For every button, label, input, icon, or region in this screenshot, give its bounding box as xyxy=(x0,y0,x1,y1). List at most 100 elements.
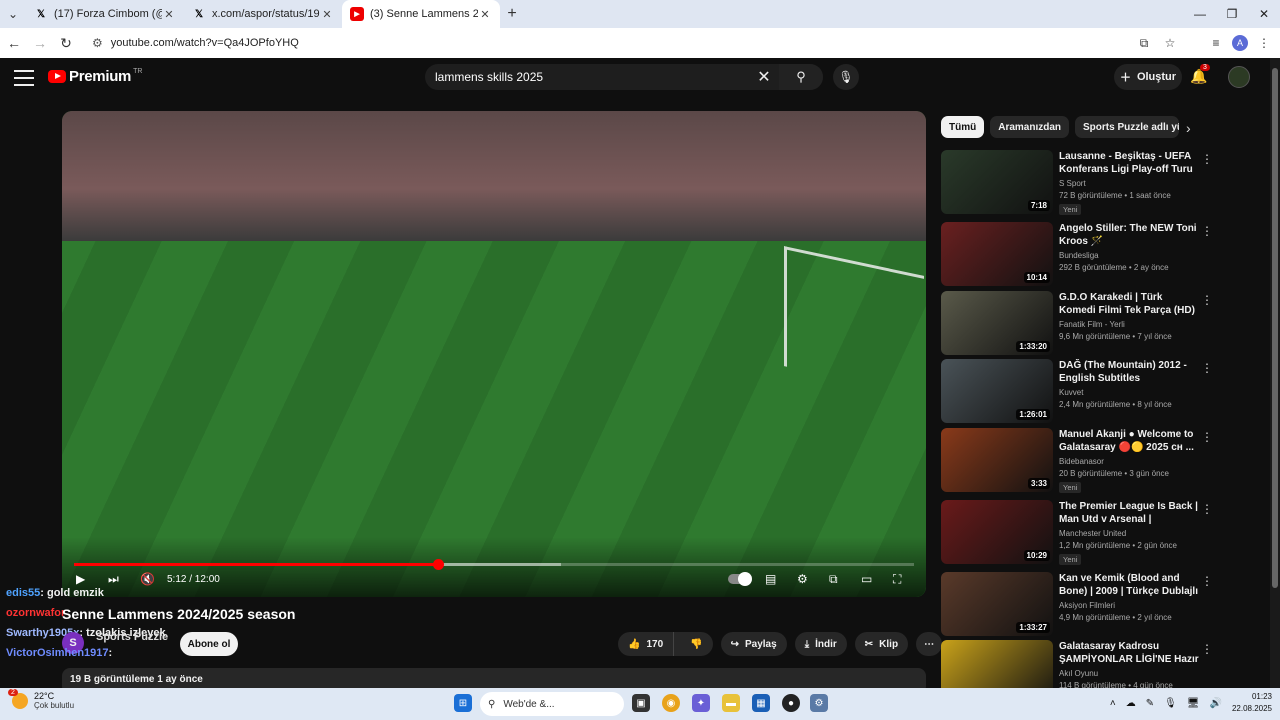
recommendation-channel[interactable]: Manchester United xyxy=(1059,529,1126,538)
theater-button[interactable]: ▭ xyxy=(861,569,872,589)
video-thumbnail[interactable]: 10:29 xyxy=(941,500,1053,564)
chip-all[interactable]: Tümü xyxy=(941,116,985,138)
share-button[interactable]: ↪ Paylaş xyxy=(720,632,787,656)
network-icon[interactable]: 🖥 xyxy=(1187,698,1200,709)
bookmark-star-icon[interactable]: ☆ xyxy=(1160,33,1180,53)
tab-search-icon[interactable]: ⌄ xyxy=(0,0,26,28)
more-vert-icon[interactable]: ⋮ xyxy=(1201,361,1213,375)
recommendation-title[interactable]: Galatasaray Kadrosu ŞAMPİYONLAR LİGİ'NE … xyxy=(1059,640,1199,666)
video-thumbnail[interactable]: 1:33:20 xyxy=(941,291,1053,355)
recommendation-item[interactable]: 7:18 Lausanne - Beşiktaş - UEFA Konferans… xyxy=(941,150,1266,216)
copilot-icon[interactable]: ✦ xyxy=(692,694,710,712)
chrome-icon[interactable]: ◉ xyxy=(662,694,680,712)
play-button[interactable]: ▶ xyxy=(76,569,85,589)
restore-icon[interactable]: ❐ xyxy=(1216,0,1248,28)
browser-tab-2[interactable]: 𝕏 x.com/aspor/status/195737269 ✕ xyxy=(184,0,342,28)
recommendation-item[interactable]: 1:33:27 Kan ve Kemik (Blood and Bone) | 2… xyxy=(941,572,1266,638)
recommendation-item[interactable]: 10:14 Angelo Stiller: The NEW Toni Kroos … xyxy=(941,222,1266,288)
recommendation-channel[interactable]: Bidebanasor xyxy=(1059,457,1104,466)
browser-menu-icon[interactable]: ⋮ xyxy=(1254,33,1274,53)
volume-icon[interactable]: 🔊 xyxy=(1210,698,1222,709)
recommendation-channel[interactable]: Kuvvet xyxy=(1059,388,1083,397)
recommendation-channel[interactable]: Fanatik Film - Yerli xyxy=(1059,320,1125,329)
subtitles-button[interactable]: ▤ xyxy=(765,569,776,589)
chevron-up-icon[interactable]: ˄ xyxy=(1110,698,1116,709)
recommendation-item[interactable]: 1:26:01 DAĞ (The Mountain) 2012 - English… xyxy=(941,359,1266,425)
url-field[interactable]: ⚙ youtube.com/watch?v=Qa4JOPfoYHQ xyxy=(86,31,1126,55)
site-info-icon[interactable]: ⚙ xyxy=(92,36,103,50)
weather-widget[interactable]: 2 22°C Çok bulutlu xyxy=(8,688,74,710)
notifications-button[interactable]: 🔔 3 xyxy=(1190,64,1210,85)
close-tab-icon[interactable]: ✕ xyxy=(162,8,176,21)
youtube-premium-logo[interactable]: Premium TR xyxy=(48,68,142,85)
search-input[interactable]: lammens skills 2025 xyxy=(425,70,749,84)
recommendation-channel[interactable]: Bundesliga xyxy=(1059,251,1099,260)
video-thumbnail[interactable]: 10:14 xyxy=(941,222,1053,286)
autoplay-toggle[interactable] xyxy=(728,569,752,589)
video-thumbnail[interactable]: 3:33 xyxy=(941,428,1053,492)
more-vert-icon[interactable]: ⋮ xyxy=(1201,152,1213,166)
channel-name[interactable]: Sports Puzzle xyxy=(96,631,168,643)
more-vert-icon[interactable]: ⋮ xyxy=(1201,502,1213,516)
video-thumbnail[interactable]: 1:33:27 xyxy=(941,572,1053,636)
close-window-icon[interactable]: ✕ xyxy=(1248,0,1280,28)
more-vert-icon[interactable]: ⋮ xyxy=(1201,224,1213,238)
clip-button[interactable]: ✂ Klip xyxy=(854,632,909,656)
recommendation-item[interactable]: 3:33 Manuel Akanji ● Welcome to Galatasar… xyxy=(941,428,1266,494)
download-button[interactable]: ⤓ İndir xyxy=(794,632,847,656)
clock[interactable]: 01:23 22.08.2025 xyxy=(1232,691,1272,715)
close-tab-icon[interactable]: ✕ xyxy=(320,8,334,21)
reload-icon[interactable]: ↻ xyxy=(54,31,78,55)
app-icon[interactable]: ● xyxy=(782,694,800,712)
more-vert-icon[interactable]: ⋮ xyxy=(1201,642,1213,656)
subscribe-button[interactable]: Abone ol xyxy=(180,632,238,656)
chip-from-search[interactable]: Aramanızdan xyxy=(990,116,1070,138)
recommendation-title[interactable]: Manuel Akanji ● Welcome to Galatasaray 🔴… xyxy=(1059,428,1199,454)
task-view-icon[interactable]: ▣ xyxy=(632,694,650,712)
page-scrollbar[interactable] xyxy=(1270,58,1280,688)
windows-start-icon[interactable]: ⊞ xyxy=(454,694,472,712)
pen-icon[interactable]: ✎ xyxy=(1146,698,1154,709)
recommendation-title[interactable]: Lausanne - Beşiktaş - UEFA Konferans Lig… xyxy=(1059,150,1199,176)
recommendation-title[interactable]: Kan ve Kemik (Blood and Bone) | 2009 | T… xyxy=(1059,572,1199,598)
settings-button[interactable]: ⚙ xyxy=(797,569,808,589)
more-vert-icon[interactable]: ⋮ xyxy=(1201,293,1213,307)
more-vert-icon[interactable]: ⋮ xyxy=(1201,430,1213,444)
media-controls-icon[interactable]: ≡ xyxy=(1206,33,1226,53)
like-button[interactable]: 👍 170 xyxy=(618,632,675,656)
create-button[interactable]: ＋ Oluştur xyxy=(1114,64,1182,90)
next-button[interactable]: ⏭ xyxy=(108,569,119,589)
back-icon[interactable]: ← xyxy=(2,31,26,55)
chip-channel[interactable]: Sports Puzzle adlı yükle xyxy=(1075,116,1180,138)
progress-bar[interactable] xyxy=(74,559,914,570)
profile-avatar[interactable]: A xyxy=(1232,35,1248,51)
cloud-icon[interactable]: ☁ xyxy=(1126,698,1136,709)
clear-search-icon[interactable]: ✕ xyxy=(749,67,779,87)
recommendation-channel[interactable]: Akıl Oyunu xyxy=(1059,669,1098,678)
recommendation-item[interactable]: 10:29 The Premier League Is Back | Man Ut… xyxy=(941,500,1266,566)
close-tab-icon[interactable]: ✕ xyxy=(478,8,492,21)
recommendation-title[interactable]: Angelo Stiller: The NEW Toni Kroos 🪄 xyxy=(1059,222,1199,248)
file-explorer-icon[interactable]: ▬ xyxy=(722,694,740,712)
fullscreen-button[interactable]: ⛶ xyxy=(893,569,901,589)
browser-tab-3[interactable]: ▶ (3) Senne Lammens 2024/2025 ✕ xyxy=(342,0,500,28)
menu-icon[interactable] xyxy=(14,68,34,88)
browser-tab-1[interactable]: 𝕏 (17) Forza Cimbom (@forzacim ✕ xyxy=(26,0,184,28)
more-vert-icon[interactable]: ⋮ xyxy=(1201,574,1213,588)
miniplayer-button[interactable]: ⧉ xyxy=(829,569,838,589)
taskbar-search[interactable]: ⚲ Web'de &... xyxy=(480,692,624,716)
chevron-right-icon[interactable]: › xyxy=(1186,120,1191,136)
forward-icon[interactable]: → xyxy=(28,31,52,55)
scrubber-handle[interactable] xyxy=(432,559,444,570)
search-button[interactable]: ⚲ xyxy=(779,64,823,90)
minimize-icon[interactable]: — xyxy=(1184,0,1216,28)
recommendation-title[interactable]: The Premier League Is Back | Man Utd v A… xyxy=(1059,500,1199,526)
recommendation-channel[interactable]: S Sport xyxy=(1059,179,1086,188)
recommendation-channel[interactable]: Aksiyon Filmleri xyxy=(1059,601,1115,610)
recommendation-title[interactable]: G.D.O Karakedi | Türk Komedi Filmi Tek P… xyxy=(1059,291,1199,317)
account-avatar[interactable] xyxy=(1228,66,1250,88)
mute-button[interactable]: 🔇 xyxy=(140,569,155,589)
new-tab-button[interactable]: + xyxy=(500,5,524,23)
scrollbar-thumb[interactable] xyxy=(1272,68,1278,588)
video-player[interactable]: ▶ ⏭ 🔇 5:12 / 12:00 ▤ ⚙ ⧉ ▭ ⛶ xyxy=(62,111,926,597)
